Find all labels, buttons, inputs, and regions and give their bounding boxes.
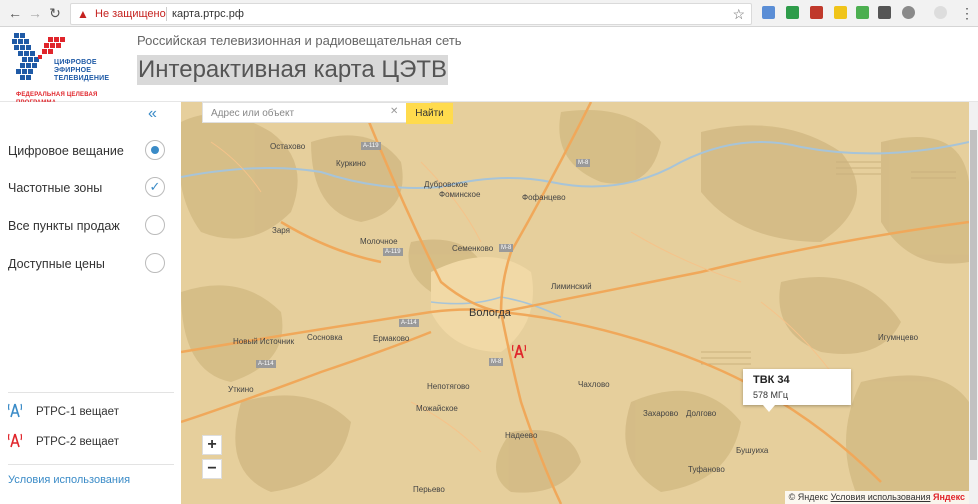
city-label: Долгово: [686, 409, 717, 418]
city-label: Бушуиха: [736, 446, 769, 455]
reload-icon[interactable]: ↻: [46, 4, 64, 22]
logo-text: ЭФИРНОЕ: [54, 67, 92, 74]
highway-shield: А-114: [399, 319, 419, 327]
highway-shield: А-119: [383, 248, 403, 256]
zoom-out-button[interactable]: −: [202, 459, 222, 479]
browser-toolbar: ← → ↻ ▲ Не защищено карта.ртрс.рф ☆ ⋮: [0, 0, 978, 27]
map-canvas[interactable]: Остахово Куркино Дубровское Фоминское Фо…: [181, 102, 969, 504]
terms-link[interactable]: Условия использования: [8, 474, 130, 486]
tower-blue-icon: [8, 403, 22, 418]
globe-icon[interactable]: [902, 6, 915, 19]
extension-icon[interactable]: [878, 6, 891, 19]
extension-icon[interactable]: [834, 6, 847, 19]
clear-icon[interactable]: ✕: [390, 106, 398, 117]
city-label: Куркино: [336, 159, 366, 168]
city-label: Остахово: [270, 142, 306, 151]
copyright-text: © Яндекс: [788, 492, 829, 502]
popup-pointer: [763, 405, 775, 412]
menu-icon[interactable]: ⋮: [958, 4, 976, 22]
logo-text: ЦИФРОВОЕ: [54, 59, 97, 66]
forward-icon[interactable]: →: [26, 4, 44, 22]
option-frequency-zones-label: Частотные зоны: [8, 181, 103, 195]
back-icon[interactable]: ←: [6, 4, 24, 22]
divider: [8, 392, 174, 393]
page-title: Интерактивная карта ЦЭТВ: [137, 55, 449, 85]
city-label: Сосновка: [307, 333, 343, 342]
highway-shield: А-114: [256, 360, 276, 368]
collapse-sidebar-icon[interactable]: «: [148, 106, 157, 122]
profile-avatar[interactable]: [934, 6, 947, 19]
zoom-in-button[interactable]: +: [202, 435, 222, 455]
city-label: Непотягово: [427, 382, 470, 391]
extension-icon[interactable]: [810, 6, 823, 19]
city-label: Лиминский: [551, 282, 592, 291]
city-label: Фоминское: [439, 190, 481, 199]
city-label: Можайское: [416, 404, 458, 413]
city-label: Семенково: [452, 244, 494, 253]
option-frequency-zones-checkbox[interactable]: ✓: [145, 177, 165, 197]
highway-shield: А-119: [361, 142, 381, 150]
city-label: Перьево: [413, 485, 445, 494]
city-label-vologda: Вологда: [469, 307, 511, 319]
map-copyright: © Яндекс Условия использования Яндекс: [784, 491, 969, 504]
divider: [8, 464, 174, 465]
option-affordable-prices-label: Доступные цены: [8, 257, 105, 271]
highway-shield: М-8: [576, 159, 591, 167]
not-secure-label: Не защищено: [95, 8, 166, 20]
translate-extension-icon[interactable]: [762, 6, 775, 19]
city-label: Захарово: [643, 409, 679, 418]
star-icon[interactable]: ☆: [732, 6, 745, 22]
option-digital-broadcast-radio[interactable]: [145, 140, 165, 160]
address-bar[interactable]: ▲ Не защищено карта.ртрс.рф ☆: [70, 3, 752, 25]
city-label: Дубровское: [424, 180, 468, 189]
tower-red-icon[interactable]: [512, 342, 526, 360]
popup-frequency: 578 МГц: [753, 390, 789, 400]
tower-red-icon: [8, 433, 22, 448]
legend-rtrs1: РТРС-1 вещает: [36, 406, 119, 418]
page-subtitle: Российская телевизионная и радиовещатель…: [137, 33, 462, 48]
highway-shield: М-8: [489, 358, 504, 366]
option-digital-broadcast-label: Цифровое вещание: [8, 144, 124, 158]
popup-channel: ТВК 34: [753, 374, 790, 386]
option-affordable-prices-radio[interactable]: [145, 253, 165, 273]
logo: ЦИФРОВОЕ ЭФИРНОЕ ТЕЛЕВИДЕНИЕ ФЕДЕРАЛЬНАЯ…: [8, 29, 128, 106]
option-points-of-sale-label: Все пункты продаж: [8, 219, 120, 233]
city-label: Туфаново: [688, 465, 725, 474]
scrollbar-thumb[interactable]: [970, 130, 977, 460]
highway-shield: М-8: [499, 244, 514, 252]
logo-text: ТЕЛЕВИДЕНИЕ: [54, 75, 110, 82]
city-label: Новый Источник: [233, 337, 295, 346]
url-separator: [166, 7, 167, 21]
city-label: Уткино: [228, 385, 254, 394]
url-text: карта.ртрс.рф: [172, 8, 244, 20]
city-label: Игумнцево: [878, 333, 919, 342]
map-tiles: [181, 102, 969, 504]
sidebar: « Цифровое вещание Частотные зоны ✓ Все …: [0, 102, 181, 504]
map-search: ✕ Найти: [202, 102, 453, 124]
option-points-of-sale-radio[interactable]: [145, 215, 165, 235]
channel-popup: ТВК 34 578 МГц: [743, 369, 851, 405]
warning-icon: ▲: [77, 7, 89, 21]
map-terms-link[interactable]: Условия использования: [831, 492, 931, 502]
city-label: Заря: [272, 226, 290, 235]
city-label: Надеево: [505, 431, 538, 440]
legend-rtrs2: РТРС-2 вещает: [36, 436, 119, 448]
find-button[interactable]: Найти: [406, 103, 453, 124]
yandex-logo[interactable]: Яндекс: [933, 492, 965, 502]
city-label: Фофанцево: [522, 193, 566, 202]
address-search-input[interactable]: [209, 105, 373, 122]
extension-icon[interactable]: [856, 6, 869, 19]
city-label: Чахлово: [578, 380, 610, 389]
city-label: Ермаково: [373, 334, 410, 343]
page-header: ЦИФРОВОЕ ЭФИРНОЕ ТЕЛЕВИДЕНИЕ ФЕДЕРАЛЬНАЯ…: [0, 27, 978, 106]
extension-icon[interactable]: [786, 6, 799, 19]
city-label: Молочное: [360, 237, 398, 246]
